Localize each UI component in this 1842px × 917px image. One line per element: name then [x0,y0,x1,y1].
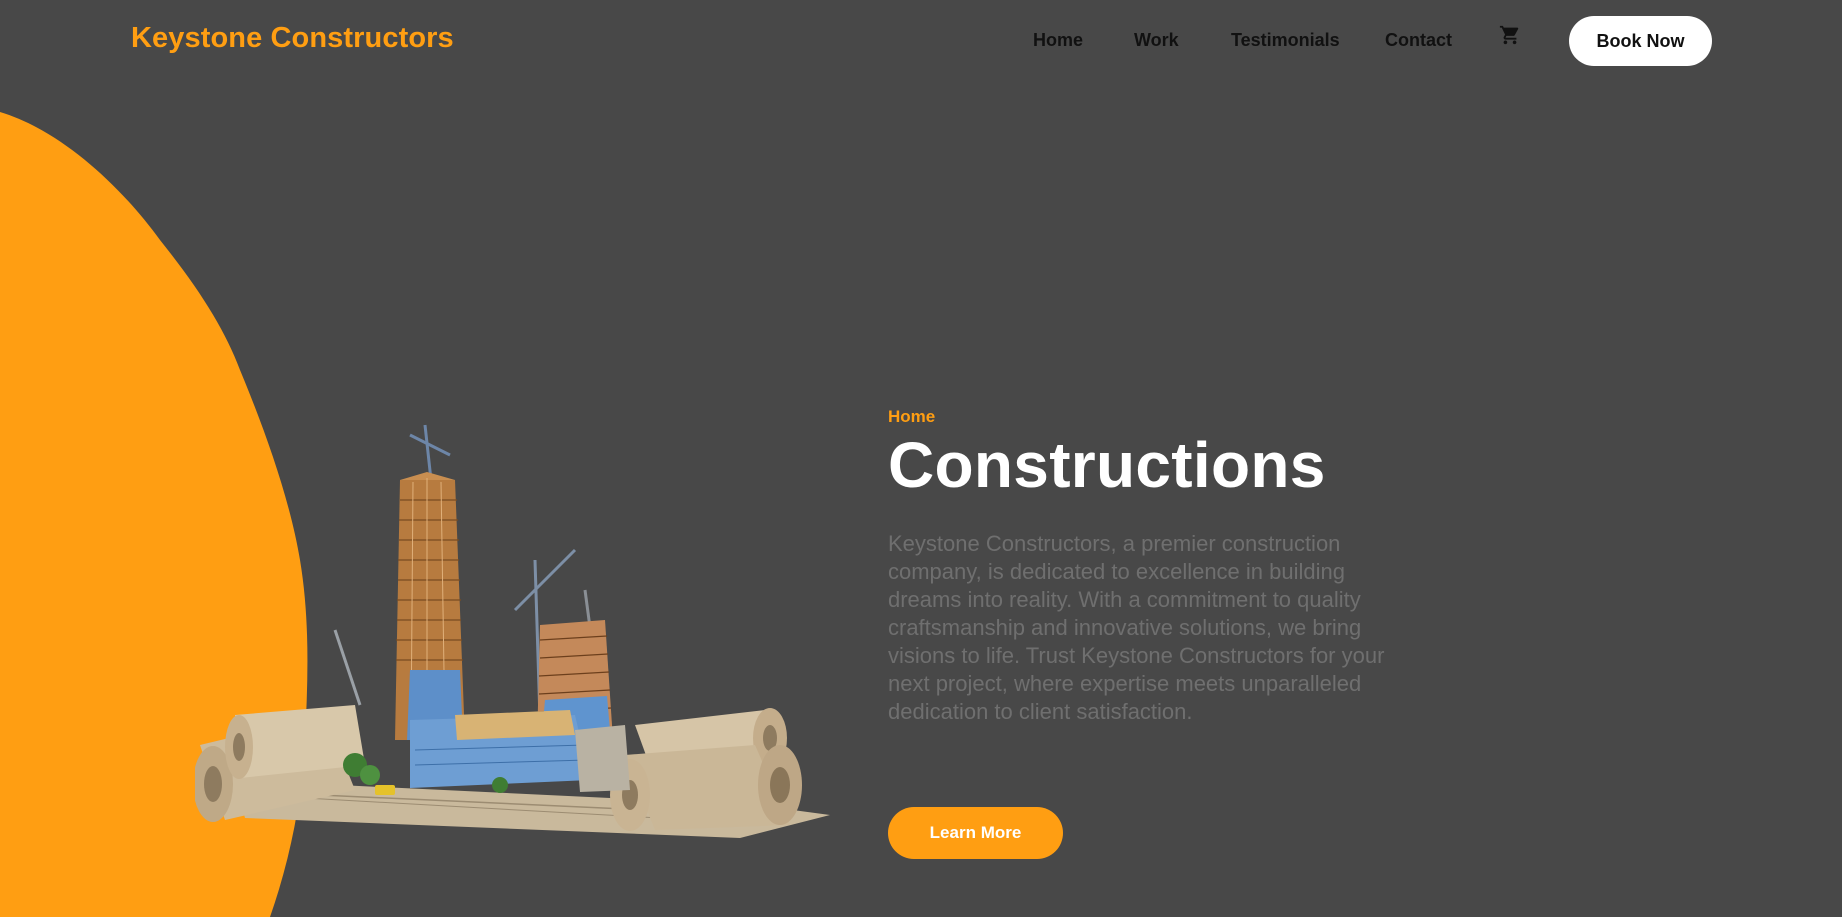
book-now-button[interactable]: Book Now [1569,16,1712,66]
page-title: Constructions [888,429,1326,501]
top-navigation: Keystone Constructors Home Work Testimon… [0,0,1842,82]
breadcrumb[interactable]: Home [888,406,1408,428]
page: Keystone Constructors Home Work Testimon… [0,0,1842,917]
nav-link-testimonials[interactable]: Testimonials [1231,30,1340,51]
learn-more-button[interactable]: Learn More [888,807,1063,859]
brand-logo-text[interactable]: Keystone Constructors [131,22,454,55]
nav-link-home[interactable]: Home [1033,30,1083,51]
shopping-cart-icon[interactable] [1499,24,1521,46]
hero-text-block: Home Constructions Keystone Constructors… [888,406,1408,726]
nav-link-work[interactable]: Work [1134,30,1179,51]
construction-city-image [195,424,830,838]
hero-description: Keystone Constructors, a premier constru… [888,531,1385,724]
nav-link-contact[interactable]: Contact [1385,30,1452,51]
